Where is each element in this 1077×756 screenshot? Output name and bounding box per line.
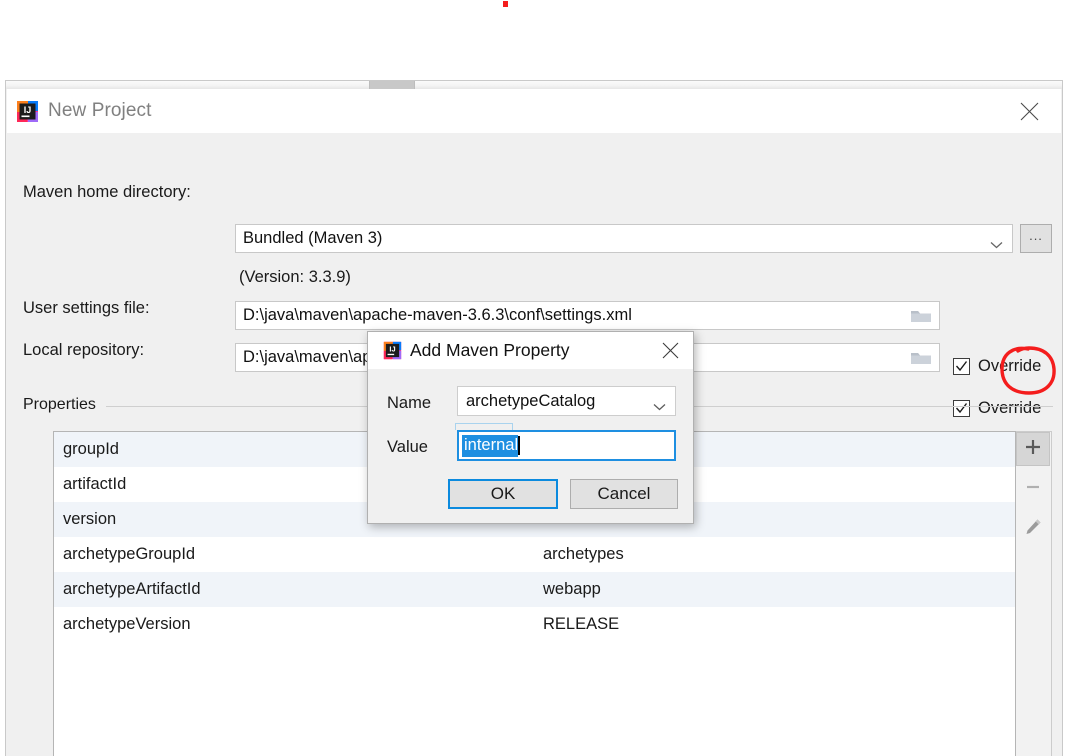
stray-red-mark bbox=[503, 1, 508, 7]
value-field-label: Value bbox=[387, 438, 428, 456]
pencil-icon bbox=[1023, 517, 1043, 542]
chevron-down-icon bbox=[653, 397, 666, 411]
maven-home-combobox[interactable]: Bundled (Maven 3) bbox=[235, 224, 1013, 253]
user-settings-row: User settings file: bbox=[23, 299, 150, 318]
folder-icon[interactable] bbox=[909, 307, 933, 325]
properties-toolbar bbox=[1016, 431, 1052, 756]
chevron-down-icon bbox=[990, 235, 1003, 248]
intellij-idea-icon: IJ bbox=[383, 341, 402, 360]
svg-text:IJ: IJ bbox=[389, 345, 395, 354]
intellij-idea-icon: IJ bbox=[16, 100, 39, 123]
svg-text:IJ: IJ bbox=[24, 105, 32, 115]
property-value-input[interactable]: internal bbox=[455, 423, 676, 461]
property-value: archetypes bbox=[543, 545, 624, 563]
minus-icon bbox=[1024, 478, 1042, 501]
edit-property-button[interactable] bbox=[1016, 512, 1050, 546]
property-name: archetypeArtifactId bbox=[63, 580, 201, 598]
modal-titlebar: IJ Add Maven Property bbox=[368, 332, 693, 369]
user-settings-input[interactable]: D:\java\maven\apache-maven-3.6.3\conf\se… bbox=[235, 301, 940, 330]
dialog-titlebar: IJ New Project bbox=[7, 89, 1061, 133]
plus-icon bbox=[1024, 438, 1042, 461]
table-row[interactable]: archetypeArtifactId webapp bbox=[54, 572, 1015, 607]
table-row[interactable]: archetypeVersion RELEASE bbox=[54, 607, 1015, 642]
maven-home-label: Maven home directory: bbox=[23, 183, 191, 201]
text-caret bbox=[518, 436, 520, 455]
add-maven-property-dialog: IJ Add Maven Property Name archetypeCata… bbox=[367, 331, 694, 524]
remove-property-button[interactable] bbox=[1016, 472, 1050, 506]
modal-ok-button[interactable]: OK bbox=[448, 479, 558, 509]
property-value-text: internal bbox=[462, 434, 519, 457]
dialog-title: New Project bbox=[48, 100, 152, 121]
maven-home-row: Maven home directory: bbox=[23, 183, 191, 202]
window-top-edge bbox=[6, 81, 1062, 89]
property-name: archetypeVersion bbox=[63, 615, 191, 633]
property-name: archetypeGroupId bbox=[63, 545, 196, 563]
local-repository-label: Local repository: bbox=[23, 341, 145, 359]
browse-button-label: ... bbox=[1029, 227, 1043, 243]
close-icon[interactable] bbox=[1007, 95, 1051, 127]
folder-icon[interactable] bbox=[909, 349, 933, 367]
checkbox-box bbox=[953, 358, 970, 375]
add-property-button[interactable] bbox=[1016, 432, 1050, 466]
properties-group-label: Properties bbox=[23, 396, 103, 414]
checkbox-box bbox=[953, 400, 970, 417]
property-name-combobox[interactable]: archetypeCatalog bbox=[457, 386, 676, 416]
maven-version-note: (Version: 3.3.9) bbox=[239, 268, 351, 286]
focus-outline bbox=[455, 423, 513, 430]
override-label: Override bbox=[978, 357, 1042, 375]
modal-cancel-button[interactable]: Cancel bbox=[570, 479, 678, 509]
override-label: Override bbox=[978, 399, 1042, 417]
maven-home-browse-button[interactable]: ... bbox=[1020, 224, 1052, 253]
local-repository-row: Local repository: bbox=[23, 341, 144, 360]
user-settings-value: D:\java\maven\apache-maven-3.6.3\conf\se… bbox=[243, 306, 632, 324]
user-settings-label: User settings file: bbox=[23, 299, 150, 317]
close-icon[interactable] bbox=[655, 336, 685, 364]
local-repository-override-checkbox[interactable]: Override bbox=[953, 399, 1041, 418]
table-row[interactable]: archetypeGroupId archetypes bbox=[54, 537, 1015, 572]
user-settings-override-checkbox[interactable]: Override bbox=[953, 357, 1041, 376]
property-name-value: archetypeCatalog bbox=[466, 391, 596, 410]
modal-body: Name archetypeCatalog Value internal OK bbox=[368, 369, 693, 525]
screen: IJ New Project Maven home directory: Bun… bbox=[0, 0, 1077, 756]
maven-home-value: Bundled (Maven 3) bbox=[243, 229, 383, 247]
name-field-label: Name bbox=[387, 394, 432, 412]
property-value: webapp bbox=[543, 580, 601, 598]
window-resize-grip[interactable] bbox=[369, 81, 415, 89]
property-value: RELEASE bbox=[543, 615, 620, 633]
modal-title-text: Add Maven Property bbox=[410, 340, 570, 360]
cancel-button-label: Cancel bbox=[597, 484, 651, 503]
ok-button-label: OK bbox=[490, 484, 516, 503]
